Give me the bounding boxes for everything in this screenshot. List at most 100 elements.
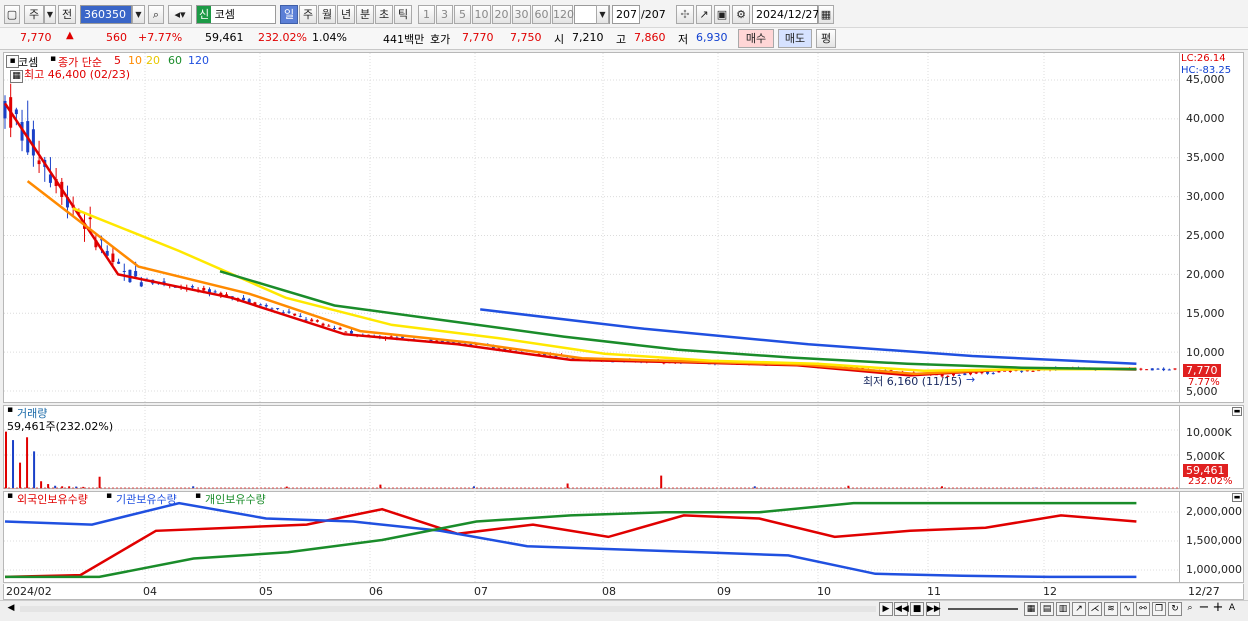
candle-body [1031,370,1035,372]
holding-menu-icon[interactable]: ▪ [7,491,13,501]
stop-icon[interactable]: ■ [910,602,924,616]
high-note: 최고 46,400 (02/23) [24,68,131,81]
rewind-icon[interactable]: ◀◀ [894,602,909,616]
x-tick: 05 [259,585,273,598]
candle-body [327,325,331,327]
x-tick: 09 [717,585,731,598]
volume-y-tick: 10,000K [1186,426,1232,439]
search-zoom-icon[interactable]: ⌕ [1183,602,1197,616]
volume-pct-badge: 232.02% [1188,476,1233,487]
scroll-right-icon[interactable]: ▶ [879,602,893,616]
candle-body [134,271,138,277]
zoom-in-icon[interactable]: + [1211,601,1225,616]
y-tick: 25,000 [1186,229,1225,242]
ma10-line [26,180,1137,376]
candle-body [1139,368,1143,370]
candle-body [1173,368,1177,370]
low-arrow-icon: → [966,373,976,386]
calculator-icon[interactable]: ▦ [10,70,23,83]
scroll-left-icon[interactable]: ◀ [4,602,18,616]
x-tick: 10 [817,585,831,598]
volume-bar [75,486,78,488]
candle-body [264,305,268,307]
zoom-slider[interactable] [948,608,1018,610]
ma5-line [3,102,1137,377]
holding-menu-icon[interactable]: ▪ [106,491,112,501]
candle-body [1008,370,1012,372]
x-tick: 07 [474,585,488,598]
font-size-icon[interactable]: A [1225,602,1239,616]
link-icon[interactable]: ⚯ [1136,602,1150,616]
candle-body [321,323,325,326]
x-tick: 12 [1043,585,1057,598]
grid-icon[interactable]: ▦ [1024,602,1038,616]
x-tick: 2024/02 [6,585,52,598]
ma60-line [219,270,1137,371]
volume-bar [473,486,475,488]
layout-icon[interactable]: ▤ [1040,602,1054,616]
fibo-tool-icon[interactable]: ≋ [1104,602,1118,616]
indicator-menu-icon[interactable]: ▪ [50,54,56,64]
volume-bar [5,431,7,488]
candle-body [1162,368,1166,371]
candle-body [1167,369,1171,371]
volume-bar [941,486,943,488]
x-tick: 04 [143,585,157,598]
tile-icon[interactable]: ▥ [1056,602,1070,616]
y-tick: 20,000 [1186,268,1225,281]
volume-bar [566,483,569,488]
candle-body [338,327,342,330]
y-tick: 15,000 [1186,307,1225,320]
candle-body [349,330,353,334]
volume-bar [660,475,663,488]
candle-body [298,315,302,317]
wave-tool-icon[interactable]: ∿ [1120,602,1134,616]
chart-canvas[interactable] [0,0,1248,600]
candle-body [190,286,194,288]
trend-tool-icon[interactable]: ↗ [1072,602,1086,616]
y-tick: 45,000 [1186,73,1225,86]
fast-forward-icon[interactable]: ▶▶ [926,602,941,616]
ma120-label: 120 [188,54,209,67]
ma60-label: 60 [168,54,182,67]
volume-bar [68,486,71,488]
candle-body [111,253,115,262]
volume-y-tick: 5,000K [1186,450,1225,463]
volume-bar [26,437,29,488]
zoom-out-icon[interactable]: − [1197,601,1211,616]
pane-close-icon[interactable]: ▬ [1232,407,1242,416]
scrollbar-track[interactable] [20,606,876,612]
candle-body [14,109,18,115]
volume-bar [379,484,382,488]
candle-body [213,291,217,293]
volume-bar [40,481,43,488]
volume-bar [285,486,288,488]
volume-bar [47,484,50,488]
pane-close-icon[interactable]: ▬ [1232,493,1242,502]
candle-body [310,319,314,322]
x-end-label: 12/27 [1188,585,1220,598]
holding-y-tick: 1,000,000 [1186,563,1242,576]
candle-body [88,217,92,220]
candle-body [332,328,336,330]
individual-holding-title: 개인보유수량 [205,493,266,506]
holding-y-tick: 2,000,000 [1186,505,1242,518]
candle-body [1145,369,1149,371]
candle-body [287,311,291,313]
volume-bar [12,440,15,488]
y-tick: 30,000 [1186,190,1225,203]
candle-body [202,287,206,291]
y-tick: 5,000 [1186,385,1218,398]
x-tick: 06 [369,585,383,598]
holding-menu-icon[interactable]: ▪ [195,491,201,501]
volume-bar [98,476,101,488]
volume-bar [33,451,36,488]
fork-tool-icon[interactable]: ⋌ [1088,602,1102,616]
y-tick: 35,000 [1186,151,1225,164]
volume-menu-icon[interactable]: ▪ [7,405,13,415]
history-icon[interactable]: ↻ [1168,602,1182,616]
copy-icon[interactable]: ❐ [1152,602,1166,616]
candle-body [122,270,126,272]
candle-body [991,373,995,375]
ma10-label: 10 [128,54,142,67]
